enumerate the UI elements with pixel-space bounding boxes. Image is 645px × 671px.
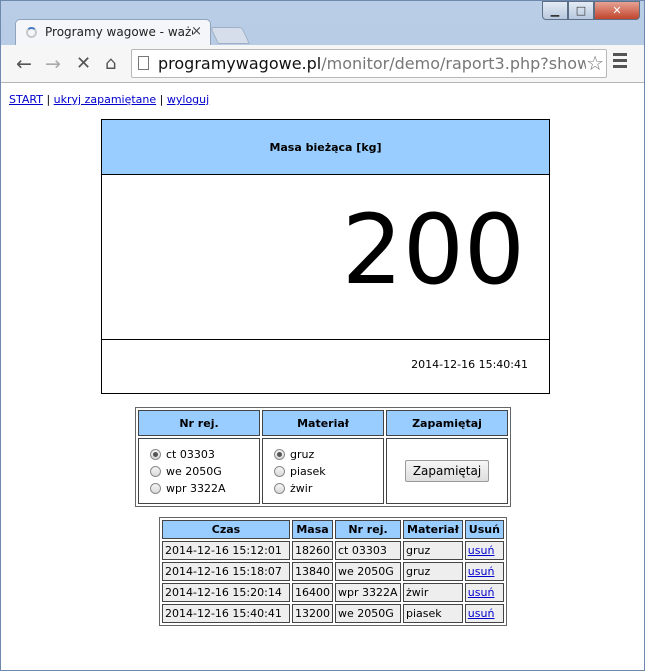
time-cell: 2014-12-16 15:40:41 xyxy=(162,604,290,623)
start-link[interactable]: START xyxy=(9,93,43,106)
table-row: 2014-12-16 15:12:01 18260 ct 03303 gruz … xyxy=(162,541,504,560)
radio-button[interactable] xyxy=(150,448,161,460)
delete-cell: usuń xyxy=(464,604,504,623)
current-mass-value: 200 xyxy=(341,194,525,306)
current-mass-footer: 2014-12-16 15:40:41 xyxy=(102,340,549,395)
radio-button[interactable] xyxy=(150,482,161,494)
new-tab-button[interactable] xyxy=(210,27,250,44)
maximize-button[interactable]: □ xyxy=(568,1,594,20)
hide-saved-link[interactable]: ukryj zapamiętane xyxy=(54,93,157,106)
tab-close-icon[interactable]: × xyxy=(191,24,202,39)
top-links: START | ukryj zapamiętane | wyloguj xyxy=(9,93,209,106)
window-controls: ▁ □ ✕ xyxy=(542,1,640,20)
nr-rej-cell: we 2050G xyxy=(335,562,401,581)
url-domain: programywagowe.pl xyxy=(158,54,322,73)
loading-spinner-icon xyxy=(26,27,37,38)
page-icon xyxy=(138,56,149,70)
mass-cell: 18260 xyxy=(292,541,333,560)
current-mass-timestamp: 2014-12-16 15:40:41 xyxy=(411,358,528,371)
radio-label: piasek xyxy=(290,464,326,478)
close-window-button[interactable]: ✕ xyxy=(594,1,640,20)
title-bar: Programy wagowe - ważenie × ▁ □ ✕ xyxy=(1,1,644,46)
url-text[interactable]: programywagowe.pl/monitor/demo/raport3.p… xyxy=(158,54,586,73)
radio-button[interactable] xyxy=(274,482,285,494)
radio-option[interactable]: wpr 3322A xyxy=(140,480,258,497)
mass-cell: 16400 xyxy=(292,583,333,602)
nr-rej-options: ct 03303 we 2050G wpr 3322A xyxy=(138,438,260,504)
save-header: Zapamiętaj xyxy=(386,410,508,436)
link-separator: | xyxy=(159,93,164,106)
time-cell: 2014-12-16 15:18:07 xyxy=(162,562,290,581)
radio-label: gruz xyxy=(290,447,315,461)
nr-rej-cell: wpr 3322A xyxy=(335,583,401,602)
browser-window: Programy wagowe - ważenie × ▁ □ ✕ ← → ✕ … xyxy=(0,0,645,671)
radio-option[interactable]: we 2050G xyxy=(140,463,258,480)
radio-label: żwir xyxy=(290,481,313,495)
table-row: 2014-12-16 15:18:07 13840 we 2050G gruz … xyxy=(162,562,504,581)
browser-tab[interactable]: Programy wagowe - ważenie × xyxy=(15,19,211,46)
time-cell: 2014-12-16 15:20:14 xyxy=(162,583,290,602)
nr-rej-header: Nr rej. xyxy=(335,520,401,539)
save-form-table: Nr rej. Materiał Zapamiętaj ct 03303 we … xyxy=(135,407,511,507)
delete-cell: usuń xyxy=(464,562,504,581)
tab-title: Programy wagowe - ważenie xyxy=(45,25,193,39)
bookmark-star-icon[interactable]: ☆ xyxy=(586,51,604,75)
link-separator: | xyxy=(46,93,51,106)
forward-arrow-icon[interactable]: → xyxy=(45,53,61,75)
delete-header: Usuń xyxy=(464,520,504,539)
save-cell: Zapamiętaj xyxy=(386,438,508,504)
save-button[interactable]: Zapamiętaj xyxy=(404,460,490,482)
delete-cell: usuń xyxy=(464,541,504,560)
material-header: Materiał xyxy=(262,410,384,436)
history-table: Czas Masa Nr rej. Materiał Usuń 2014-12-… xyxy=(159,517,507,626)
address-bar[interactable]: programywagowe.pl/monitor/demo/raport3.p… xyxy=(131,49,607,78)
delete-link[interactable]: usuń xyxy=(468,607,495,620)
browser-toolbar: ← → ✕ ⌂ programywagowe.pl/monitor/demo/r… xyxy=(1,45,644,83)
material-cell: żwir xyxy=(403,583,463,602)
url-path: /monitor/demo/raport3.php?show_mem xyxy=(321,54,586,73)
table-row: 2014-12-16 15:40:41 13200 we 2050G piase… xyxy=(162,604,504,623)
nr-rej-header: Nr rej. xyxy=(138,410,260,436)
material-cell: gruz xyxy=(403,541,463,560)
home-icon[interactable]: ⌂ xyxy=(105,53,116,74)
menu-icon[interactable] xyxy=(613,53,627,71)
delete-link[interactable]: usuń xyxy=(468,544,495,557)
back-arrow-icon[interactable]: ← xyxy=(16,53,32,75)
radio-button[interactable] xyxy=(150,465,161,477)
nr-rej-cell: we 2050G xyxy=(335,604,401,623)
current-mass-title: Masa bieżąca [kg] xyxy=(102,120,549,175)
material-cell: gruz xyxy=(403,562,463,581)
radio-button[interactable] xyxy=(274,448,285,460)
mass-cell: 13200 xyxy=(292,604,333,623)
table-row: 2014-12-16 15:20:14 16400 wpr 3322A żwir… xyxy=(162,583,504,602)
radio-option[interactable]: piasek xyxy=(264,463,382,480)
page-content: START | ukryj zapamiętane | wyloguj Masa… xyxy=(1,83,644,670)
time-header: Czas xyxy=(162,520,290,539)
current-mass-display: 200 xyxy=(102,175,549,340)
radio-option[interactable]: ct 03303 xyxy=(140,446,258,463)
material-options: gruz piasek żwir xyxy=(262,438,384,504)
material-header: Materiał xyxy=(403,520,463,539)
material-cell: piasek xyxy=(403,604,463,623)
radio-label: ct 03303 xyxy=(166,447,215,461)
stop-loading-icon[interactable]: ✕ xyxy=(76,53,91,74)
current-mass-panel: Masa bieżąca [kg] 200 2014-12-16 15:40:4… xyxy=(101,119,550,394)
logout-link[interactable]: wyloguj xyxy=(167,93,209,106)
radio-option[interactable]: gruz xyxy=(264,446,382,463)
radio-option[interactable]: żwir xyxy=(264,480,382,497)
time-cell: 2014-12-16 15:12:01 xyxy=(162,541,290,560)
mass-header: Masa xyxy=(292,520,333,539)
mass-cell: 13840 xyxy=(292,562,333,581)
radio-label: we 2050G xyxy=(166,464,222,478)
delete-link[interactable]: usuń xyxy=(468,565,495,578)
delete-cell: usuń xyxy=(464,583,504,602)
nr-rej-cell: ct 03303 xyxy=(335,541,401,560)
radio-label: wpr 3322A xyxy=(166,481,226,495)
delete-link[interactable]: usuń xyxy=(468,586,495,599)
minimize-button[interactable]: ▁ xyxy=(542,1,568,20)
radio-button[interactable] xyxy=(274,465,285,477)
